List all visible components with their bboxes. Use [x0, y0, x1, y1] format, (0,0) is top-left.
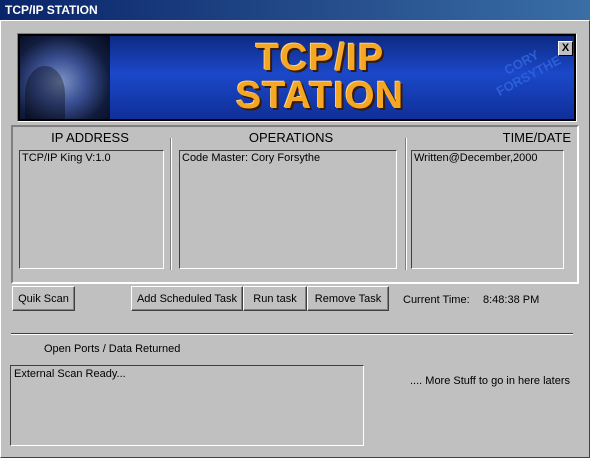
banner: TCP/IP STATION CORY FORSYTHE X: [17, 33, 577, 122]
operations-list[interactable]: Code Master: Cory Forsythe: [179, 150, 397, 269]
column-header-ip: IP ADDRESS: [51, 130, 129, 145]
add-scheduled-task-button[interactable]: Add Scheduled Task: [131, 286, 243, 311]
column-divider: [405, 138, 407, 270]
output-section-label: Open Ports / Data Returned: [44, 343, 181, 355]
close-icon[interactable]: X: [558, 41, 573, 56]
quick-scan-button[interactable]: Quik Scan: [12, 286, 75, 311]
app-logo: TCP/IP STATION: [190, 36, 450, 119]
logo-line-2: STATION: [235, 75, 405, 117]
column-header-operations: OPERATIONS: [248, 130, 334, 145]
column-header-time: TIME/DATE: [502, 130, 571, 145]
list-item[interactable]: Code Master: Cory Forsythe: [182, 152, 394, 164]
time-date-list[interactable]: Written@December,2000: [411, 150, 564, 269]
portrait-image: [20, 36, 110, 119]
run-task-button[interactable]: Run task: [243, 286, 307, 311]
output-text: External Scan Ready...: [14, 368, 126, 380]
current-time-value: 8:48:38 PM: [483, 294, 540, 306]
placeholder-note: .... More Stuff to go in here laters: [410, 375, 570, 387]
logo-line-1: TCP/IP: [255, 37, 385, 79]
column-divider: [170, 138, 172, 270]
list-item[interactable]: TCP/IP King V:1.0: [22, 152, 161, 164]
title-bar[interactable]: TCP/IP STATION: [0, 0, 590, 20]
window-title: TCP/IP STATION: [5, 3, 98, 17]
current-time-label: Current Time:: [403, 294, 470, 306]
remove-task-button[interactable]: Remove Task: [307, 286, 389, 311]
list-item[interactable]: Written@December,2000: [414, 152, 561, 164]
output-textarea[interactable]: External Scan Ready...: [10, 365, 364, 446]
ip-address-list[interactable]: TCP/IP King V:1.0: [19, 150, 164, 269]
banner-image: TCP/IP STATION CORY FORSYTHE X: [20, 36, 574, 119]
divider: [11, 333, 573, 335]
